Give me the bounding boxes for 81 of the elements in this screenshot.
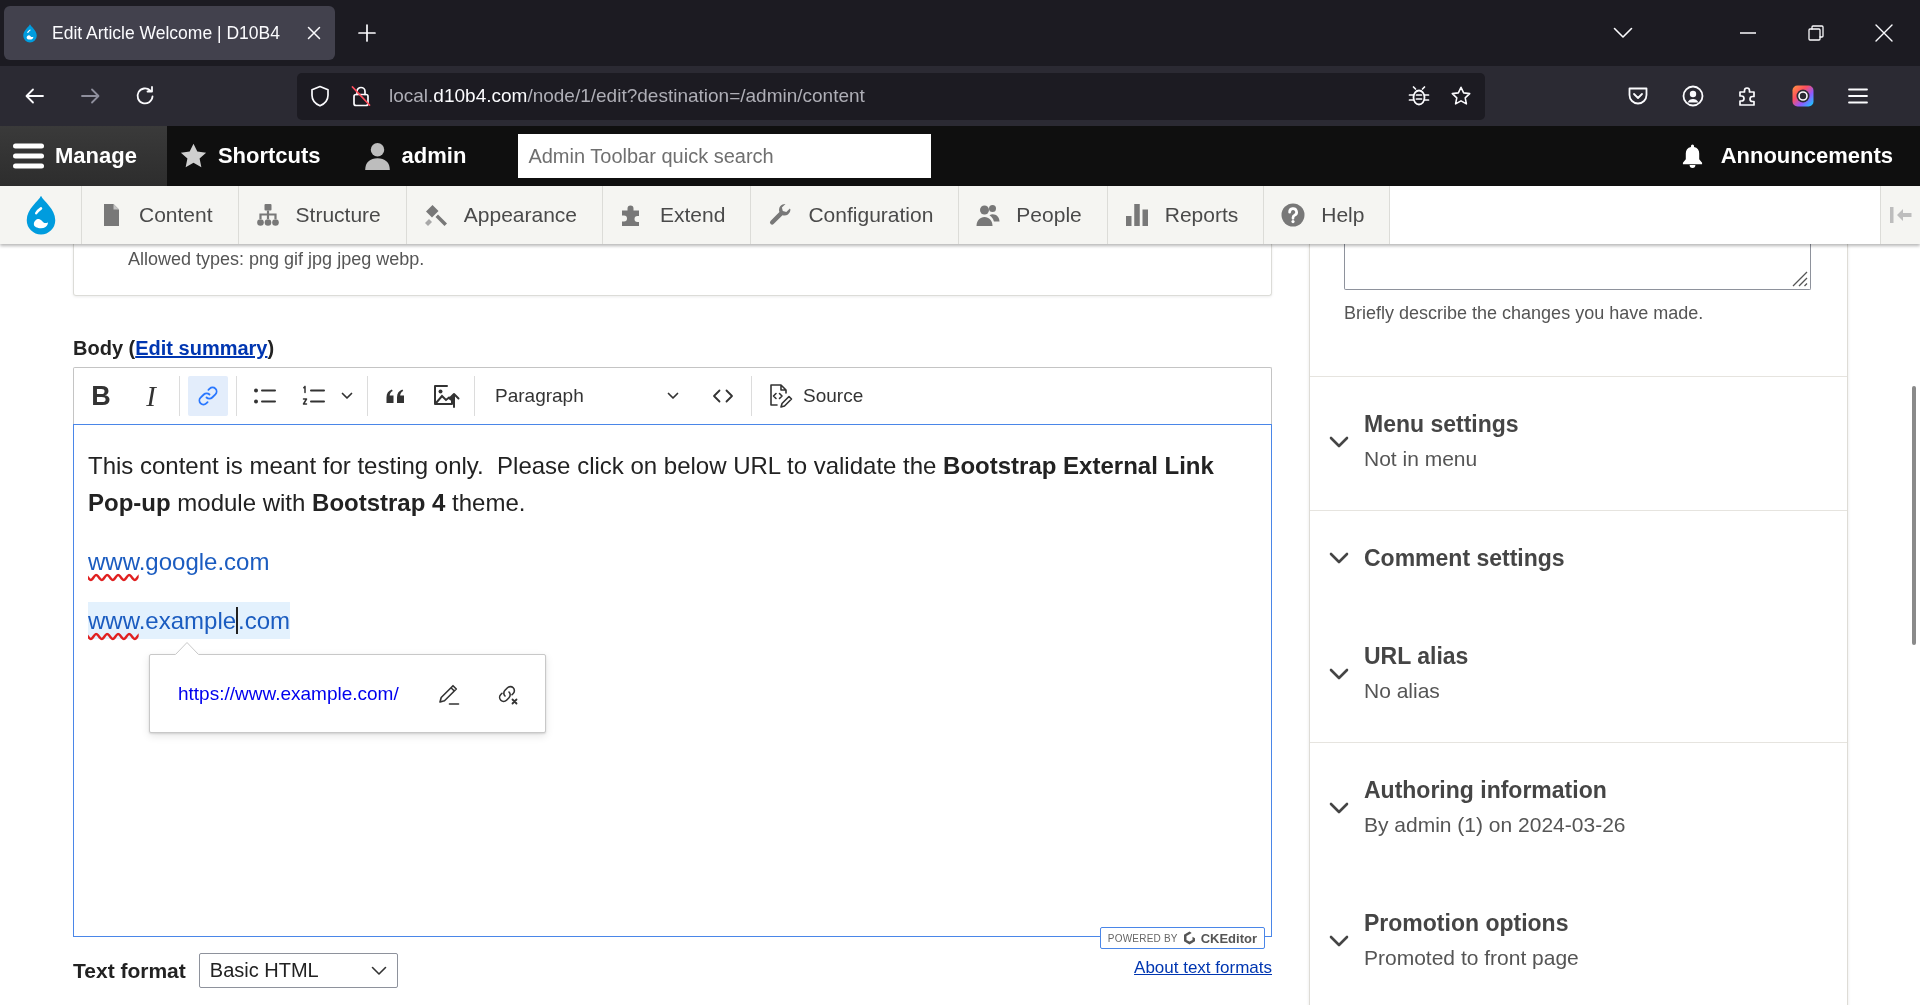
edit-summary-link[interactable]: Edit summary xyxy=(135,337,268,359)
caret-icon xyxy=(667,392,679,400)
menu-item[interactable]: People xyxy=(959,186,1108,244)
italic-button[interactable]: I xyxy=(131,376,171,416)
menu-item[interactable]: Appearance xyxy=(406,186,604,244)
source-icon xyxy=(768,383,794,409)
help-link[interactable]: About text formats xyxy=(1134,957,1272,978)
announcements-button[interactable]: Announcements xyxy=(1680,143,1893,169)
image-upload-icon xyxy=(432,382,460,410)
menu-item[interactable]: Content xyxy=(82,186,239,244)
scrollbar-thumb[interactable] xyxy=(1912,386,1916,645)
toolbar-tab[interactable]: Shortcuts xyxy=(166,126,351,186)
star-icon[interactable] xyxy=(1450,85,1472,107)
bell-icon xyxy=(1680,143,1704,169)
wrench-icon xyxy=(768,203,793,227)
menu-item[interactable]: Extend xyxy=(603,186,752,244)
restore-icon[interactable] xyxy=(1808,25,1824,41)
section-title[interactable]: URL alias xyxy=(1364,642,1469,670)
chevron-down-icon[interactable] xyxy=(1329,667,1349,680)
link-button[interactable] xyxy=(188,376,228,416)
bar-chart-icon xyxy=(1124,203,1149,227)
section-summary: No alias xyxy=(1364,678,1441,704)
toolbar-tab[interactable]: admin xyxy=(350,126,497,186)
bar-arrow-icon xyxy=(1888,205,1913,225)
menu-item[interactable]: Help xyxy=(1264,186,1391,244)
logo-icon xyxy=(1182,931,1196,945)
star-icon xyxy=(179,143,207,169)
section-title[interactable]: Menu settings xyxy=(1364,410,1519,438)
section-title[interactable]: Promotion options xyxy=(1364,909,1579,937)
field-label: Text format xyxy=(73,958,186,983)
close-icon[interactable] xyxy=(307,26,321,40)
numbered-list-icon xyxy=(301,384,327,408)
field-label: Body (Edit summary) xyxy=(73,336,276,360)
resize-grip-icon[interactable] xyxy=(1790,269,1808,287)
home-link[interactable] xyxy=(0,186,82,244)
url-field[interactable]: local.d10b4.com/node/1/edit?destination=/admin/content xyxy=(297,72,1485,120)
paragraph-text: This content is meant for testing only. Please click on below URL to validate the Bootstrap External Link Pop-up module with Bootstrap 4 theme. xyxy=(88,452,1215,516)
help-text: Allowed types: png gif jpg jpeg webp. xyxy=(128,248,426,270)
chevron-down-icon[interactable] xyxy=(1329,934,1349,947)
caret-icon xyxy=(341,392,353,400)
chevron-down-icon[interactable] xyxy=(1329,801,1349,814)
url-link[interactable]: https://www.example.com/ xyxy=(178,682,411,705)
people-icon xyxy=(976,203,1001,227)
color-ring-icon[interactable] xyxy=(1791,84,1815,108)
crossed-lock-icon[interactable] xyxy=(351,85,371,107)
section-summary: Not in menu xyxy=(1364,446,1479,472)
shield-icon[interactable] xyxy=(310,85,330,107)
content-link[interactable]: www.google.com xyxy=(88,543,270,580)
powered-by-badge[interactable]: POWERED BY CKEditor xyxy=(1099,927,1265,949)
chevron-down-icon[interactable] xyxy=(1329,435,1349,448)
bold-button[interactable]: B xyxy=(81,376,121,416)
section-title[interactable]: Comment settings xyxy=(1364,544,1565,572)
hammer-icon xyxy=(423,203,448,227)
text-format-select[interactable]: Basic HTML xyxy=(198,953,398,988)
plus-icon[interactable] xyxy=(358,24,376,42)
section-summary: Promoted to front page xyxy=(1364,945,1579,971)
section-summary: By admin (1) on 2024-03-26 xyxy=(1364,812,1626,838)
menu-icon xyxy=(13,143,44,169)
pointer-icon xyxy=(175,641,199,655)
close-icon[interactable] xyxy=(1875,24,1893,42)
link-icon xyxy=(196,384,220,408)
bug-icon[interactable] xyxy=(1408,84,1430,108)
search-field[interactable]: Admin Toolbar quick search xyxy=(518,134,932,178)
caret-icon xyxy=(370,965,387,976)
menu-item[interactable]: Configuration xyxy=(751,186,960,244)
textarea-field[interactable] xyxy=(1344,244,1811,290)
help-text: Briefly describe the changes you have made. xyxy=(1344,302,1705,324)
browser-tab[interactable]: Edit Article Welcome | D10B4 xyxy=(4,6,335,60)
chevron-down-icon[interactable] xyxy=(1329,552,1349,564)
content-link[interactable]: www.example.com xyxy=(88,602,291,639)
menu-item[interactable]: Reports xyxy=(1107,186,1265,244)
menu-item[interactable]: Structure xyxy=(238,186,407,244)
toolbar-tab[interactable]: Manage xyxy=(0,126,167,186)
person-icon xyxy=(363,142,391,170)
heading-dropdown[interactable]: Paragraph xyxy=(483,376,693,416)
source-button[interactable]: Source xyxy=(760,376,872,416)
drop-logo-icon xyxy=(21,22,39,44)
help-icon xyxy=(1281,203,1306,227)
sitemap-icon xyxy=(255,203,280,227)
account-icon[interactable] xyxy=(1681,84,1705,108)
section-title[interactable]: Authoring information xyxy=(1364,776,1626,804)
